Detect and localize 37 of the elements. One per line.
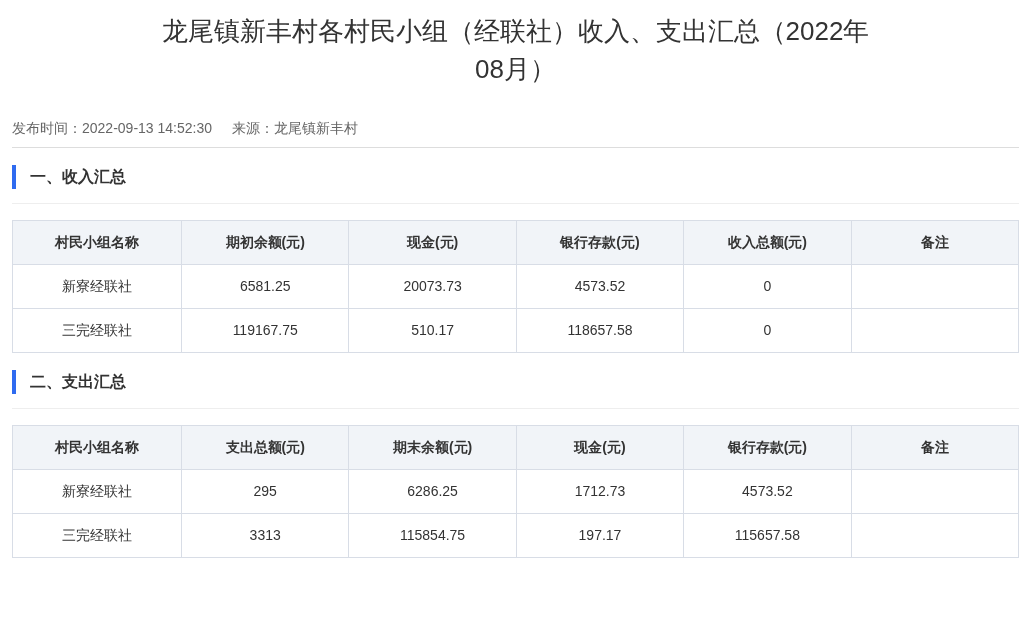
column-header: 期初余额(元) xyxy=(181,220,349,265)
section-heading: 一、收入汇总 xyxy=(12,165,1019,189)
table-cell: 6581.25 xyxy=(181,264,349,309)
table-cell: 新寮经联社 xyxy=(12,469,182,514)
table-cell: 4573.52 xyxy=(683,469,852,514)
column-header: 现金(元) xyxy=(348,220,517,265)
table-cell: 6286.25 xyxy=(348,469,517,514)
page-title: 龙尾镇新丰村各村民小组（经联社）收入、支出汇总（2022年08月） xyxy=(160,15,871,86)
table-cell: 510.17 xyxy=(348,308,517,353)
table-cell: 1712.73 xyxy=(516,469,684,514)
column-header: 支出总额(元) xyxy=(181,425,349,470)
table-cell: 118657.58 xyxy=(516,308,684,353)
table-cell: 115854.75 xyxy=(348,513,517,558)
column-header: 期末余额(元) xyxy=(348,425,517,470)
column-header: 备注 xyxy=(851,220,1019,265)
column-header: 村民小组名称 xyxy=(12,425,182,470)
column-header: 收入总额(元) xyxy=(683,220,852,265)
column-header: 现金(元) xyxy=(516,425,684,470)
table-cell: 197.17 xyxy=(516,513,684,558)
meta-text: 来源：龙尾镇新丰村 xyxy=(232,119,358,138)
table-cell: 新寮经联社 xyxy=(12,264,182,309)
table-cell: 3313 xyxy=(181,513,349,558)
section-heading: 二、支出汇总 xyxy=(12,370,1019,394)
column-header: 村民小组名称 xyxy=(12,220,182,265)
table-cell: 119167.75 xyxy=(181,308,349,353)
table-cell: 0 xyxy=(683,308,852,353)
column-header: 备注 xyxy=(851,425,1019,470)
table-cell: 三完经联社 xyxy=(12,308,182,353)
table-cell: 20073.73 xyxy=(348,264,517,309)
table-cell: 295 xyxy=(181,469,349,514)
column-header: 银行存款(元) xyxy=(516,220,684,265)
table-cell: 4573.52 xyxy=(516,264,684,309)
table-cell: 0 xyxy=(683,264,852,309)
table-cell: 115657.58 xyxy=(683,513,852,558)
table-cell: 三完经联社 xyxy=(12,513,182,558)
meta-text: 发布时间：2022-09-13 14:52:30 xyxy=(12,119,212,138)
column-header: 银行存款(元) xyxy=(683,425,852,470)
